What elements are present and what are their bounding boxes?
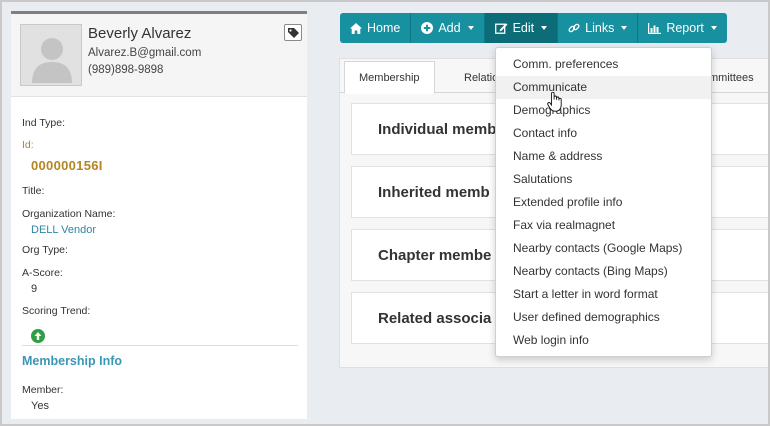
org-name-link[interactable]: DELL Vendor (31, 224, 96, 236)
hand-pointer-cursor-icon (547, 92, 562, 112)
link-icon (568, 23, 580, 33)
card-title: Inherited memb (378, 184, 490, 201)
profile-panel: Beverly Alvarez Alvarez.B@gmail.com (989… (11, 11, 307, 419)
ascore-label: A-Score: (22, 267, 63, 279)
org-name-label: Organization Name: (22, 208, 116, 220)
profile-phone: (989)898-9898 (88, 64, 164, 76)
menu-item-user-defined-demographics[interactable]: User defined demographics (496, 306, 711, 329)
chevron-down-icon (621, 26, 628, 30)
avatar (20, 24, 82, 86)
add-button[interactable]: Add (411, 13, 485, 43)
tag-button[interactable] (284, 24, 302, 41)
menu-item-name-address[interactable]: Name & address (496, 145, 711, 168)
links-button-label: Links (585, 21, 615, 35)
bar-chart-icon (648, 22, 662, 34)
main-toolbar: Home Add Edit Links Report (340, 13, 727, 43)
menu-item-demographics[interactable]: Demographics (496, 99, 711, 122)
add-button-label: Add (438, 21, 461, 35)
home-button[interactable]: Home (340, 13, 412, 43)
menu-item-contact-info[interactable]: Contact info (496, 122, 711, 145)
menu-item-extended-profile-info[interactable]: Extended profile info (496, 191, 711, 214)
org-type-label: Org Type: (22, 244, 68, 256)
menu-item-fax-via-realmagnet[interactable]: Fax via realmagnet (496, 214, 711, 237)
ascore-value: 9 (31, 283, 38, 295)
edit-dropdown-menu: Comm. preferences Communicate Demographi… (495, 47, 712, 357)
chevron-down-icon (710, 26, 717, 30)
arrow-up-circle-icon (31, 329, 45, 343)
report-button[interactable]: Report (638, 13, 727, 43)
home-icon (350, 22, 362, 34)
menu-item-nearby-bing-maps[interactable]: Nearby contacts (Bing Maps) (496, 260, 711, 283)
menu-item-start-letter-word[interactable]: Start a letter in word format (496, 283, 711, 306)
member-label: Member: (22, 384, 64, 396)
scoring-trend-label: Scoring Trend: (22, 305, 91, 317)
card-title: Related associa (378, 310, 492, 327)
profile-email: Alvarez.B@gmail.com (88, 47, 202, 59)
chevron-down-icon (541, 26, 548, 30)
edit-button-label: Edit (512, 21, 535, 35)
menu-item-web-login-info[interactable]: Web login info (496, 329, 711, 352)
menu-item-salutations[interactable]: Salutations (496, 168, 711, 191)
card-title: Individual memb (378, 121, 497, 138)
person-silhouette-icon (32, 38, 72, 83)
links-button[interactable]: Links (558, 13, 639, 43)
menu-item-communicate[interactable]: Communicate (496, 76, 711, 99)
profile-name: Beverly Alvarez (88, 25, 192, 42)
id-value: 000000156I (31, 158, 103, 173)
chevron-down-icon (467, 26, 474, 30)
menu-item-nearby-google-maps[interactable]: Nearby contacts (Google Maps) (496, 237, 711, 260)
edit-icon (494, 23, 507, 34)
member-value: Yes (31, 400, 49, 412)
section-divider (22, 345, 298, 346)
home-button-label: Home (367, 21, 401, 35)
card-title: Chapter membe (378, 247, 492, 264)
menu-item-comm-preferences[interactable]: Comm. preferences (496, 53, 711, 76)
title-label: Title: (22, 185, 45, 197)
plus-circle-icon (421, 22, 434, 34)
report-button-label: Report (666, 21, 704, 35)
id-label: Id: (22, 139, 34, 151)
ind-type-label: Ind Type: (22, 117, 66, 129)
app-frame: Beverly Alvarez Alvarez.B@gmail.com (989… (2, 2, 768, 424)
edit-button[interactable]: Edit (484, 13, 559, 43)
profile-header: Beverly Alvarez Alvarez.B@gmail.com (989… (11, 14, 307, 97)
membership-info-heading[interactable]: Membership Info (22, 354, 122, 368)
tag-icon (288, 28, 299, 38)
tab-membership[interactable]: Membership (344, 61, 435, 94)
